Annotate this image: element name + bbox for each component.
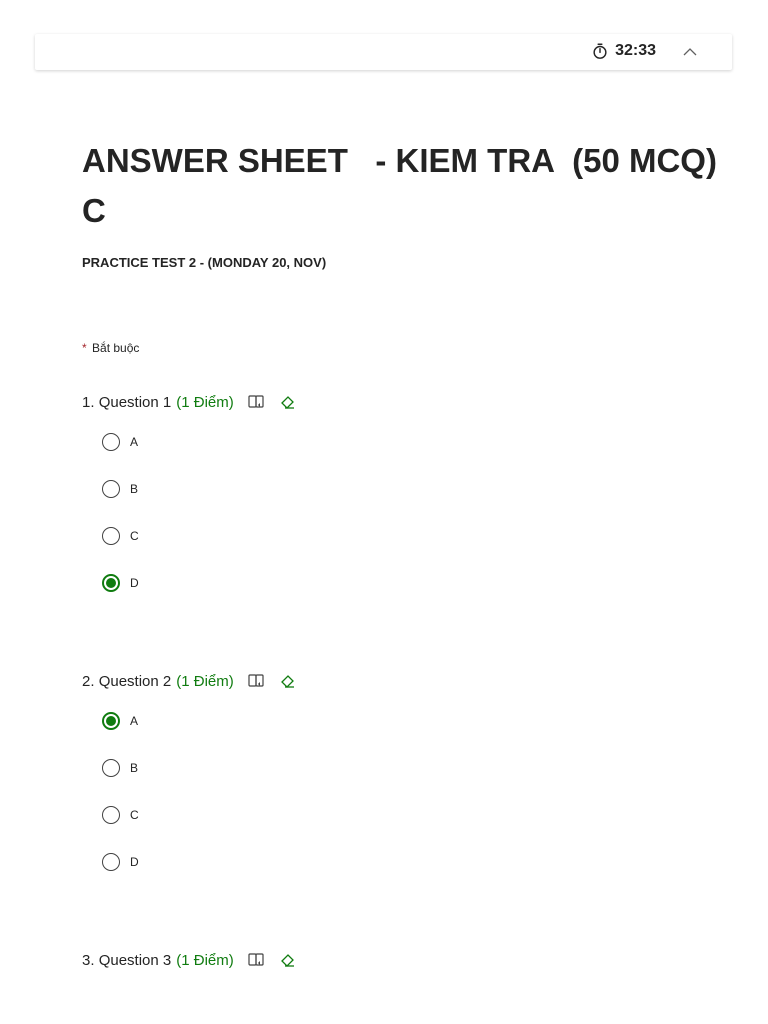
radio-button[interactable] xyxy=(102,433,120,451)
option-b[interactable]: B xyxy=(102,477,682,501)
timer: 32:33 xyxy=(591,42,656,60)
question-header: 3. Question 3 (1 Điểm) xyxy=(82,948,682,972)
option-label: C xyxy=(130,529,139,543)
question-2: 2. Question 2 (1 Điểm) A B C D xyxy=(82,669,682,874)
stopwatch-icon xyxy=(593,43,607,59)
option-label: A xyxy=(130,714,139,728)
option-label: B xyxy=(130,761,139,775)
radio-button[interactable] xyxy=(102,806,120,824)
question-points: (1 Điểm) xyxy=(176,393,234,411)
option-b[interactable]: B xyxy=(102,756,682,780)
question-title: Question 3 xyxy=(98,951,172,969)
immersive-reader-icon[interactable] xyxy=(246,671,266,691)
eraser-icon[interactable] xyxy=(278,950,298,970)
required-label: Bắt buộc xyxy=(92,341,140,355)
form-subtitle: PRACTICE TEST 2 - (MONDAY 20, NOV) xyxy=(82,255,327,270)
timer-value: 32:33 xyxy=(615,42,656,59)
immersive-reader-icon[interactable] xyxy=(246,392,266,412)
option-a[interactable]: A xyxy=(102,430,682,454)
timer-bar: 32:33 xyxy=(35,34,732,70)
question-title: Question 2 xyxy=(98,672,172,690)
question-title: Question 1 xyxy=(98,393,172,411)
required-note: * Bắt buộc xyxy=(82,341,139,355)
question-header: 2. Question 2 (1 Điểm) xyxy=(82,669,682,693)
option-label: D xyxy=(130,576,139,590)
question-points: (1 Điểm) xyxy=(176,951,234,969)
radio-button-selected[interactable] xyxy=(102,712,120,730)
question-3: 3. Question 3 (1 Điểm) xyxy=(82,948,682,972)
question-header: 1. Question 1 (1 Điểm) xyxy=(82,390,682,414)
radio-button-selected[interactable] xyxy=(102,574,120,592)
option-label: C xyxy=(130,808,139,822)
eraser-icon[interactable] xyxy=(278,671,298,691)
option-d[interactable]: D xyxy=(102,850,682,874)
immersive-reader-icon[interactable] xyxy=(246,950,266,970)
question-points: (1 Điểm) xyxy=(176,672,234,690)
chevron-up-icon xyxy=(683,48,697,56)
radio-button[interactable] xyxy=(102,759,120,777)
option-a[interactable]: A xyxy=(102,709,682,733)
option-d[interactable]: D xyxy=(102,571,682,595)
question-number: 1. xyxy=(82,393,95,411)
required-star: * xyxy=(82,341,87,355)
form-title: ANSWER SHEET - KIEM TRA (50 MCQ) C xyxy=(82,142,727,229)
radio-button[interactable] xyxy=(102,853,120,871)
option-label: A xyxy=(130,435,139,449)
option-c[interactable]: C xyxy=(102,803,682,827)
eraser-icon[interactable] xyxy=(278,392,298,412)
question-number: 3. xyxy=(82,951,95,969)
question-number: 2. xyxy=(82,672,95,690)
option-label: B xyxy=(130,482,139,496)
question-1: 1. Question 1 (1 Điểm) A B C D xyxy=(82,390,682,595)
option-c[interactable]: C xyxy=(102,524,682,548)
radio-button[interactable] xyxy=(102,527,120,545)
collapse-button[interactable] xyxy=(678,40,702,64)
option-label: D xyxy=(130,855,139,869)
radio-button[interactable] xyxy=(102,480,120,498)
